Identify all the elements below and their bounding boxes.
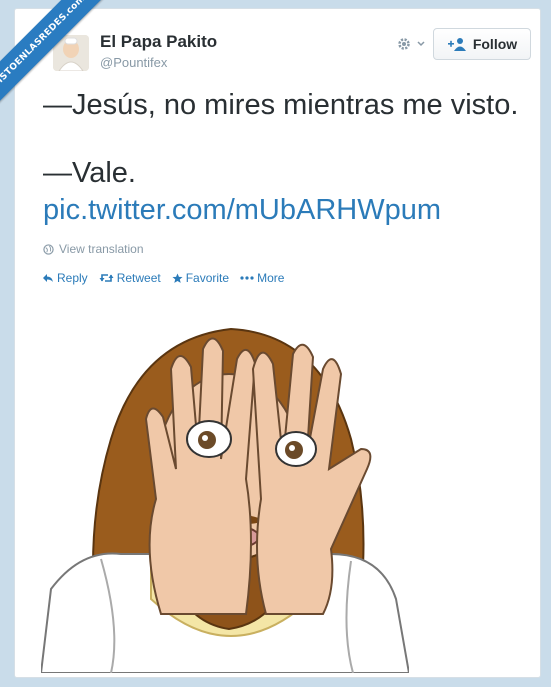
tweet-photo[interactable]	[39, 299, 411, 674]
tweet-actions: Reply Retweet Favorite More	[42, 271, 284, 285]
tweet-text-line-2: —Vale.	[43, 157, 136, 189]
user-actions-menu[interactable]	[396, 36, 428, 54]
chevron-down-icon	[417, 41, 425, 47]
retweet-icon	[99, 274, 114, 282]
reply-button[interactable]: Reply	[42, 271, 88, 285]
jesus-peeking-illustration	[39, 327, 411, 674]
user-handle[interactable]: @Pountifex	[100, 55, 167, 70]
retweet-label: Retweet	[116, 271, 161, 285]
favorite-label: Favorite	[185, 271, 230, 285]
star-icon	[172, 272, 183, 283]
reply-icon	[43, 274, 53, 282]
view-translation[interactable]: View translation	[43, 242, 144, 256]
translation-label: View translation	[59, 242, 144, 256]
tweet-card: El Papa Pakito @Pountifex Follow —Jesús,…	[14, 8, 541, 678]
follow-button[interactable]: Follow	[433, 28, 531, 60]
more-label: More	[257, 271, 285, 285]
add-user-icon	[447, 38, 466, 51]
follow-label: Follow	[472, 36, 518, 52]
more-button[interactable]: More	[240, 271, 284, 285]
more-dots-icon	[240, 276, 254, 280]
globe-icon	[43, 243, 54, 255]
tweet-media-link[interactable]: pic.twitter.com/mUbARHWpum	[43, 194, 441, 227]
tweet-text-line-1: —Jesús, no mires mientras me visto.	[43, 89, 519, 121]
user-name[interactable]: El Papa Pakito	[100, 32, 217, 52]
gear-icon	[398, 38, 410, 50]
favorite-button[interactable]: Favorite	[172, 271, 229, 285]
retweet-button[interactable]: Retweet	[99, 271, 161, 285]
reply-label: Reply	[57, 271, 88, 285]
